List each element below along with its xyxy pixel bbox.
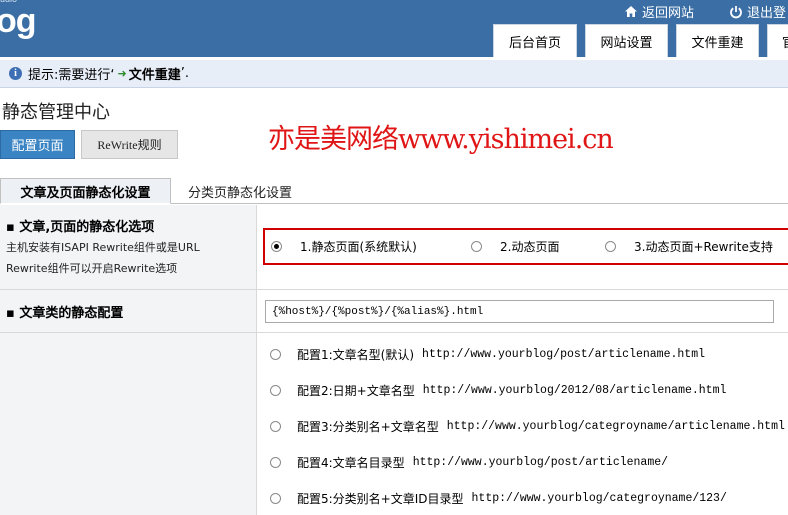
config-option-1[interactable]: 配置1:文章名型(默认) http://www.yourblog/post/ar…: [270, 346, 705, 363]
mode-option-rewrite[interactable]: 3.动态页面+Rewrite支持: [605, 230, 773, 263]
info-icon: i: [9, 67, 22, 80]
top-header: udio og 返回网站 退出登 后台首页 网站设置 文件重建 官: [0, 0, 788, 57]
config-option-3[interactable]: 配置3:分类别名+文章名型 http://www.yourblog/categr…: [270, 418, 785, 435]
mode-option-dynamic[interactable]: 2.动态页面: [471, 230, 559, 263]
url-pattern-input[interactable]: [265, 300, 774, 323]
radio-static[interactable]: [271, 241, 282, 252]
main-nav: 后台首页 网站设置 文件重建 官: [493, 24, 788, 57]
row-label-cell: ▪ 文章,页面的静态化选项 主机安装有ISAPI Rewrite组件或是URL …: [0, 205, 257, 289]
tab-category-static[interactable]: 分类页静态化设置: [188, 178, 292, 204]
rewrite-rules-button[interactable]: ReWrite规则: [81, 130, 178, 159]
row-label-cell: [0, 333, 257, 515]
mode-option-static[interactable]: 1.静态页面(系统默认): [271, 230, 417, 263]
file-rebuild-link[interactable]: 文件重建: [129, 64, 181, 83]
radio-dynamic[interactable]: [471, 241, 482, 252]
hint-suffix: ’.: [180, 66, 190, 81]
power-icon: [729, 5, 743, 19]
article-config-heading: ▪ 文章类的静态配置: [6, 306, 124, 321]
page-title: 静态管理中心: [2, 102, 110, 123]
radio-config-2[interactable]: [270, 385, 281, 396]
nav-tab-more[interactable]: 官: [767, 24, 788, 57]
radio-config-3[interactable]: [270, 421, 281, 432]
config-option-2[interactable]: 配置2:日期+文章名型 http://www.yourblog/2012/08/…: [270, 382, 726, 399]
logout-link[interactable]: 退出登: [729, 2, 786, 21]
row-label-cell: ▪ 文章类的静态配置: [0, 290, 257, 332]
nav-tab-dashboard[interactable]: 后台首页: [493, 24, 577, 57]
radio-config-4[interactable]: [270, 457, 281, 468]
config-option-4[interactable]: 配置4:文章名目录型 http://www.yourblog/post/arti…: [270, 454, 668, 471]
tab-article-static[interactable]: 文章及页面静态化设置: [0, 178, 171, 204]
static-mode-description: 主机安装有ISAPI Rewrite组件或是URL Rewrite组件可以开启R…: [6, 241, 200, 275]
arrow-right-icon: ➜: [117, 67, 127, 80]
static-mode-options: 1.静态页面(系统默认) 2.动态页面 3.动态页面+Rewrite支持: [263, 228, 788, 265]
section-tabs: 文章及页面静态化设置 分类页静态化设置: [0, 178, 788, 204]
radio-config-5[interactable]: [270, 493, 281, 504]
hint-bar: i 提示:需要进行‘ ➜ 文件重建 ’.: [0, 60, 788, 88]
back-to-site-label: 返回网站: [642, 6, 695, 21]
hint-prefix: 提示:需要进行‘: [28, 68, 115, 83]
radio-config-1[interactable]: [270, 349, 281, 360]
logo[interactable]: og: [0, 2, 37, 41]
config-option-5[interactable]: 配置5:分类别名+文章ID目录型 http://www.yourblog/cat…: [270, 490, 727, 507]
nav-tab-file-rebuild[interactable]: 文件重建: [676, 24, 759, 57]
config-page-button[interactable]: 配置页面: [0, 130, 75, 159]
logout-label: 退出登: [747, 6, 787, 21]
static-mode-heading: ▪ 文章,页面的静态化选项: [6, 220, 155, 235]
watermark-text: 亦是美网络www.yishimei.cn: [268, 124, 614, 155]
back-to-site-link[interactable]: 返回网站: [624, 2, 694, 21]
home-icon: [624, 5, 638, 18]
nav-tab-site-settings[interactable]: 网站设置: [585, 24, 668, 57]
radio-rewrite[interactable]: [605, 241, 616, 252]
